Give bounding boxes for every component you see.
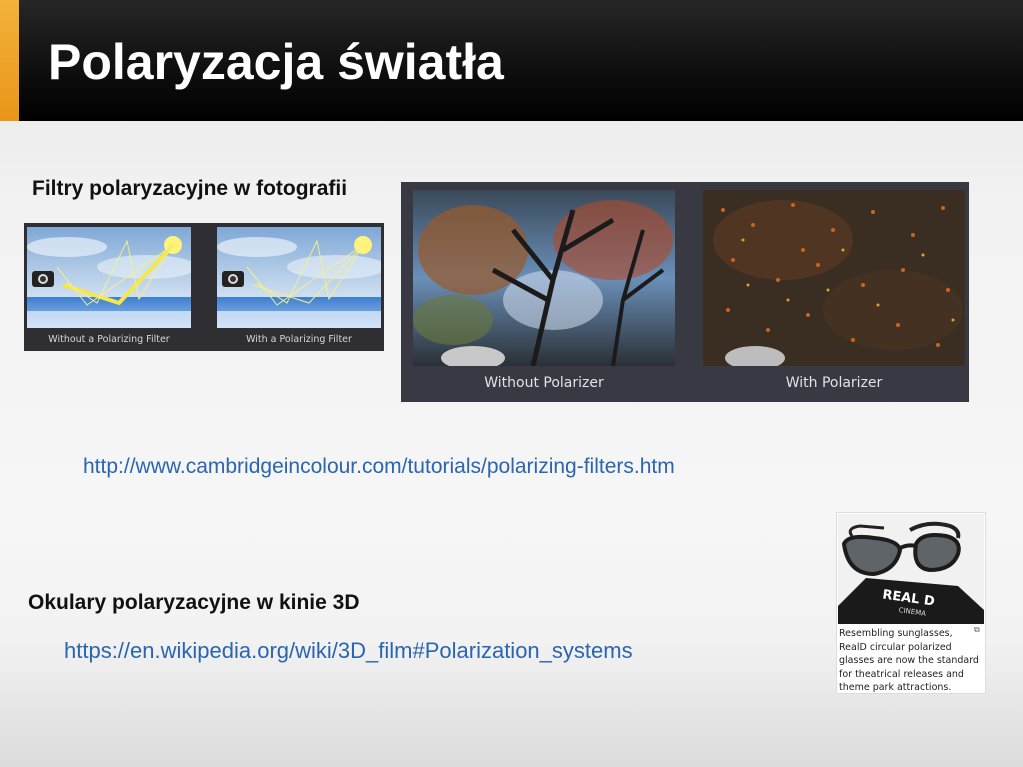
- link-cambridgeincolour[interactable]: http://www.cambridgeincolour.com/tutoria…: [83, 455, 675, 479]
- thumbnail-caption: Resembling sunglasses, RealD circular po…: [839, 628, 979, 693]
- polarizing-diagram-image: Without a Polarizing Filter With a Polar…: [24, 223, 384, 351]
- heading-photo-filters: Filtry polaryzacyjne w fotografii: [32, 177, 348, 200]
- reald-glasses-image: REAL D CINEMA: [838, 514, 984, 624]
- diagram-panel-without-filter: [27, 227, 191, 328]
- photo-caption-left: Without Polarizer: [484, 375, 604, 391]
- photo-caption-right: With Polarizer: [785, 375, 883, 391]
- diagram-caption-right: With a Polarizing Filter: [246, 334, 352, 345]
- title-accent-strip: [0, 0, 19, 121]
- reald-glasses-thumbnail: REAL D CINEMA ⧉ Resembling sunglasses, R…: [836, 512, 986, 694]
- polarizer-photo-comparison: Without Polarizer With Polarizer: [401, 182, 969, 402]
- photo-with-polarizer: [703, 190, 965, 366]
- link-wikipedia-3d-film[interactable]: https://en.wikipedia.org/wiki/3D_film#Po…: [64, 638, 633, 664]
- heading-3d-cinema: Okulary polaryzacyjne w kinie 3D: [28, 591, 360, 614]
- diagram-panel-with-filter: [217, 227, 381, 328]
- title-bar: Polaryzacja światła: [0, 0, 1023, 121]
- slide-title: Polaryzacja światła: [48, 34, 504, 90]
- photo-without-polarizer: [413, 190, 675, 366]
- diagram-caption-left: Without a Polarizing Filter: [48, 334, 170, 345]
